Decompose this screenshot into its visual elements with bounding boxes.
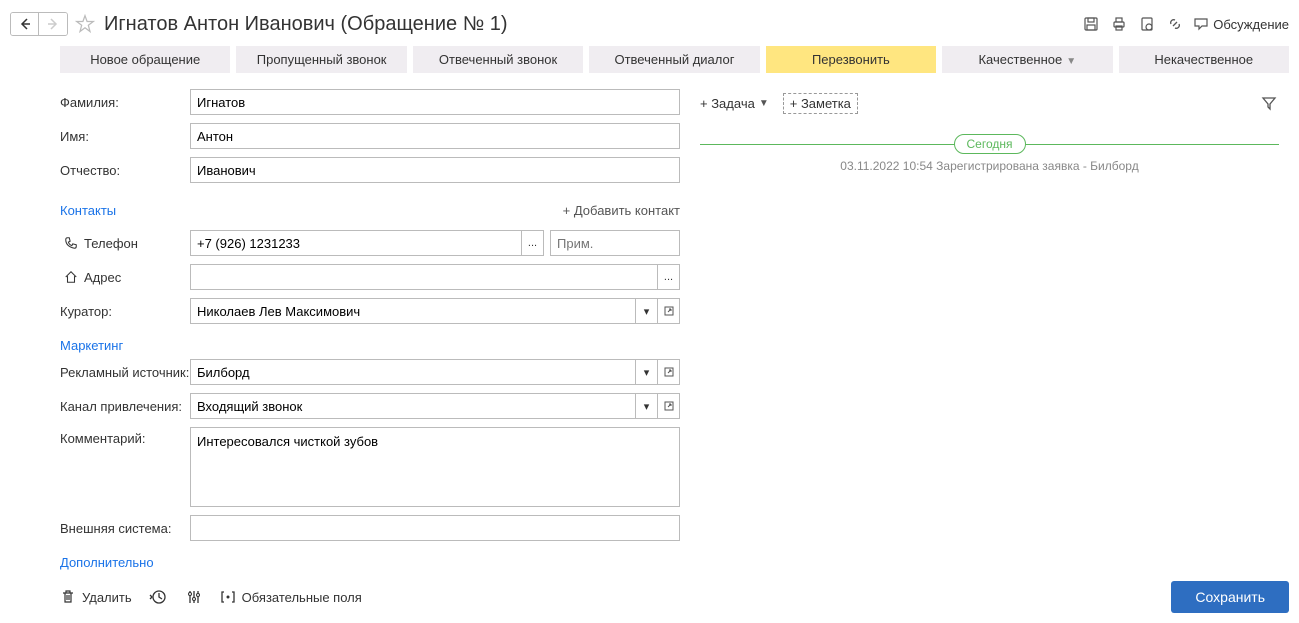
address-label: Адрес [84,270,121,285]
phone-more-button[interactable]: ... [521,231,543,255]
tab-label: Пропущенный звонок [257,52,387,67]
add-note-label: + Заметка [790,96,851,111]
contacts-section-link[interactable]: Контакты [60,197,116,224]
favorite-star-icon[interactable] [74,13,96,35]
curator-label: Куратор: [60,304,190,319]
address-input[interactable] [191,265,657,289]
report-icon[interactable] [1137,14,1157,34]
comment-textarea[interactable] [190,427,680,507]
phone-input[interactable] [191,231,521,255]
tab-callback[interactable]: Перезвонить [766,46,936,73]
curator-input[interactable] [191,299,635,323]
comment-label: Комментарий: [60,427,190,446]
trash-icon [60,589,76,605]
tab-label: Отвеченный диалог [614,52,734,67]
tab-missed-call[interactable]: Пропущенный звонок [236,46,406,73]
home-icon [64,270,78,284]
add-task-label: + Задача [700,96,755,111]
tab-answered-call[interactable]: Отвеченный звонок [413,46,583,73]
channel-input[interactable] [191,394,635,418]
filter-icon[interactable] [1261,95,1279,113]
marketing-section-link[interactable]: Маркетинг [60,332,680,359]
discussion-label: Обсуждение [1213,17,1289,32]
link-icon[interactable] [1165,14,1185,34]
print-icon[interactable] [1109,14,1129,34]
required-fields-button[interactable]: Обязательные поля [220,589,362,605]
lastname-input[interactable] [190,89,680,115]
tab-label: Перезвонить [812,52,890,67]
back-button[interactable] [11,13,39,35]
timeline: Сегодня 03.11.2022 10:54 Зарегистрирован… [700,144,1279,173]
brackets-icon [220,589,236,605]
phone-note-input[interactable] [550,230,680,256]
patronymic-input[interactable] [190,157,680,183]
curator-open-button[interactable] [657,299,679,323]
tab-label: Качественное [978,52,1062,67]
save-icon[interactable] [1081,14,1101,34]
tab-new-request[interactable]: Новое обращение [60,46,230,73]
phone-label: Телефон [84,236,138,251]
ad-source-label: Рекламный источник: [60,365,190,380]
add-note-link[interactable]: + Заметка [783,93,858,114]
channel-dropdown-button[interactable]: ▾ [635,394,657,418]
tab-non-quality[interactable]: Некачественное [1119,46,1289,73]
patronymic-label: Отчество: [60,163,190,178]
required-fields-label: Обязательные поля [242,590,362,605]
external-system-input[interactable] [190,515,680,541]
channel-open-button[interactable] [657,394,679,418]
save-button[interactable]: Сохранить [1171,581,1289,613]
phone-icon [64,236,78,250]
address-more-button[interactable]: ... [657,265,679,289]
timeline-today-badge: Сегодня [954,134,1026,154]
forward-button[interactable] [39,13,67,35]
tab-label: Некачественное [1154,52,1253,67]
lastname-label: Фамилия: [60,95,190,110]
page-title: Игнатов Антон Иванович (Обращение № 1) [104,13,1075,36]
firstname-input[interactable] [190,123,680,149]
discussion-link[interactable]: Обсуждение [1193,16,1289,32]
delete-label: Удалить [82,590,132,605]
ad-source-input[interactable] [191,360,635,384]
chevron-down-icon: ▼ [759,98,769,109]
tab-answered-dialog[interactable]: Отвеченный диалог [589,46,759,73]
curator-dropdown-button[interactable]: ▾ [635,299,657,323]
tab-quality[interactable]: Качественное ▼ [942,46,1112,73]
history-icon[interactable] [148,587,168,607]
settings-icon[interactable] [184,587,204,607]
channel-label: Канал привлечения: [60,399,190,414]
tab-label: Новое обращение [90,52,200,67]
ad-source-open-button[interactable] [657,360,679,384]
chevron-down-icon: ▼ [1066,56,1076,67]
external-system-label: Внешняя система: [60,521,190,536]
tab-label: Отвеченный звонок [439,52,557,67]
delete-button[interactable]: Удалить [60,589,132,605]
ad-source-dropdown-button[interactable]: ▾ [635,360,657,384]
timeline-entry: 03.11.2022 10:54 Зарегистрирована заявка… [700,159,1279,173]
nav-back-forward-group [10,12,68,36]
add-task-link[interactable]: + Задача ▼ [700,96,769,111]
add-contact-link[interactable]: + Добавить контакт [563,203,680,218]
additional-section-link[interactable]: Дополнительно [60,549,680,576]
firstname-label: Имя: [60,129,190,144]
status-tabs: Новое обращение Пропущенный звонок Отвеч… [10,46,1289,73]
chat-icon [1193,16,1209,32]
